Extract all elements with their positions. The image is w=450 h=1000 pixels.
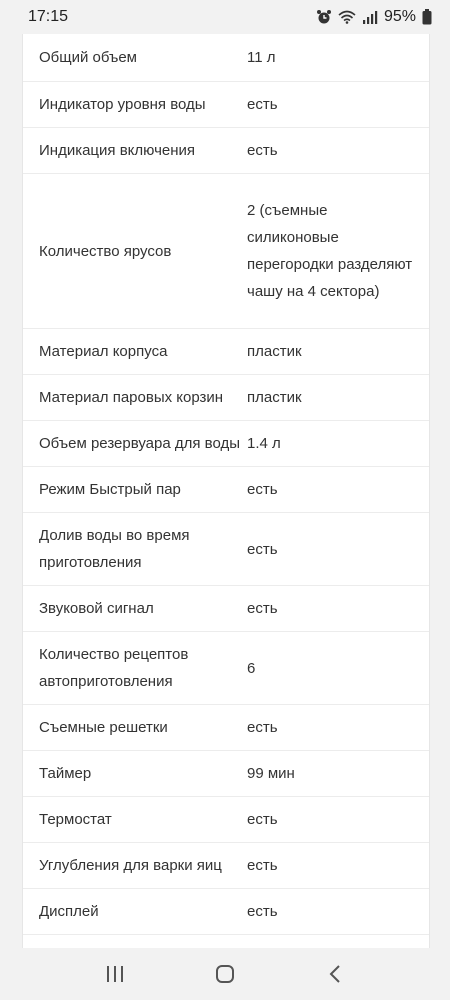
spec-value: 2 (съемные силиконовые перегородки разде… — [247, 202, 413, 300]
spec-row: Таймер 99 мин — [23, 751, 429, 797]
signal-icon — [362, 10, 378, 24]
spec-row: Индикатор уровня воды есть — [23, 82, 429, 128]
spec-value: пластик — [247, 343, 302, 360]
wifi-icon — [338, 10, 356, 24]
spec-value: 11 л — [247, 49, 276, 66]
spec-row: Материал паровых корзин пластик — [23, 375, 429, 421]
spec-row: Количество рецептов автоприготовления 6 — [23, 632, 429, 705]
spec-value: есть — [247, 811, 278, 828]
spec-value: пластик — [247, 389, 302, 406]
spec-value: есть — [247, 540, 278, 558]
spec-value: 6 — [247, 659, 256, 677]
spec-row: Углубления для варки яиц есть — [23, 843, 429, 889]
spec-row: Звуковой сигнал есть — [23, 586, 429, 632]
spec-value: есть — [247, 96, 278, 113]
home-icon[interactable] — [205, 954, 245, 994]
spec-label: Съемные решетки — [39, 719, 168, 736]
back-icon[interactable] — [315, 954, 355, 994]
spec-value: есть — [247, 600, 278, 617]
spec-row: Термостат есть — [23, 797, 429, 843]
recents-icon[interactable] — [95, 954, 135, 994]
spec-value: есть — [247, 719, 278, 736]
spec-label: Звуковой сигнал — [39, 600, 154, 617]
spec-label: Индикатор уровня воды — [39, 96, 206, 113]
spec-label: Количество рецептов автоприготовления — [39, 646, 189, 690]
spec-label: Таймер — [39, 765, 92, 782]
spec-label: Режим Быстрый пар — [39, 481, 181, 498]
navigation-bar — [0, 948, 450, 1000]
spec-label: Долив воды во время приготовления — [39, 527, 190, 571]
status-bar: 17:15 95% — [0, 0, 450, 34]
spec-value: 1.4 л — [247, 435, 281, 452]
spec-row: Количество ярусов 2 (съемные силиконовые… — [23, 174, 429, 329]
spec-row: Общий объем 11 л — [23, 34, 429, 82]
spec-row: Объем резервуара для воды 1.4 л — [23, 421, 429, 467]
spec-label: Количество ярусов — [39, 242, 172, 260]
spec-label: Углубления для варки яиц — [39, 857, 222, 874]
spec-value: есть — [247, 481, 278, 498]
spec-value: есть — [247, 142, 278, 159]
spec-value: есть — [247, 857, 278, 874]
status-time: 17:15 — [28, 8, 69, 25]
battery-percent: 95% — [383, 8, 416, 25]
spec-label: Дисплей — [39, 903, 99, 920]
battery-icon — [422, 9, 432, 25]
status-icons: 95% — [316, 8, 432, 26]
spec-label: Материал корпуса — [39, 343, 168, 360]
spec-label: Индикация включения — [39, 142, 196, 159]
spec-row: Индикация включения есть — [23, 128, 429, 174]
alarm-icon — [316, 9, 332, 25]
spec-label: Термостат — [39, 811, 112, 828]
spec-label: Материал паровых корзин — [39, 389, 224, 406]
spec-row: Долив воды во время приготовления есть — [23, 513, 429, 586]
spec-label: Объем резервуара для воды — [39, 435, 241, 452]
spec-label: Общий объем — [39, 49, 137, 66]
spec-row: Дисплей есть — [23, 889, 429, 935]
spec-row: Материал корпуса пластик — [23, 329, 429, 375]
spec-row: Съемные решетки есть — [23, 705, 429, 751]
spec-value: 99 мин — [247, 765, 295, 782]
spec-row: Режим Быстрый пар есть — [23, 467, 429, 513]
specs-table: Общий объем 11 л Индикатор уровня воды е… — [22, 34, 430, 948]
spec-value: есть — [247, 903, 278, 920]
